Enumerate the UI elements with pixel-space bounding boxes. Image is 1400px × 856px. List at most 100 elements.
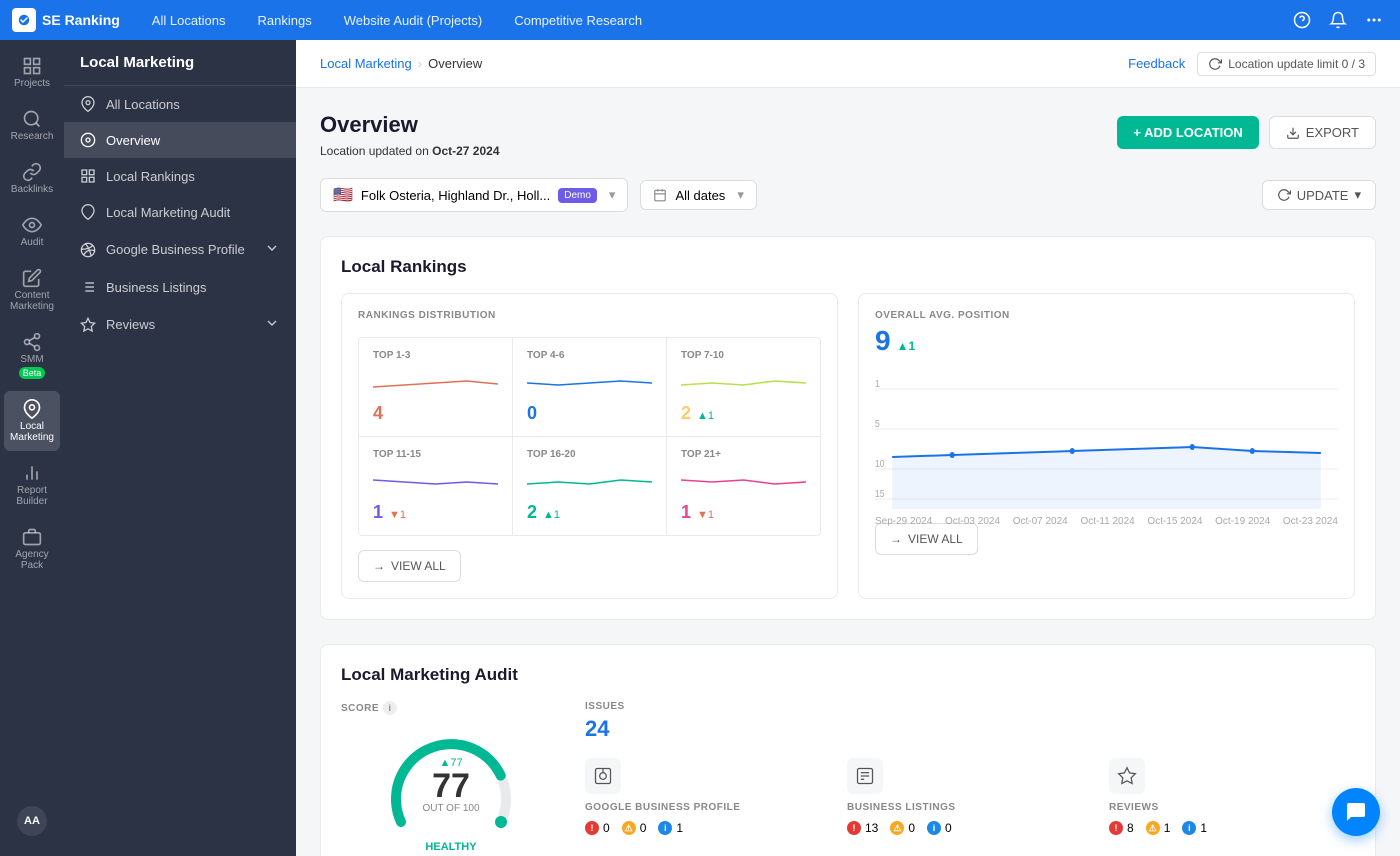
gbp-yellow-count: ⚠ 0 [622, 821, 647, 835]
overall-avg-position: OVERALL AVG. POSITION 9 ▲1 [858, 293, 1355, 599]
logo-icon [12, 8, 36, 32]
listings-red-count: ! 13 [847, 821, 878, 835]
top-navigation: SE Ranking All Locations Rankings Websit… [0, 0, 1400, 40]
rankings-distribution: RANKINGS DISTRIBUTION TOP 1-3 4 [341, 293, 838, 599]
avg-value: 9 ▲1 [875, 325, 1338, 357]
rankings-view-all-btn[interactable]: → VIEW ALL [358, 550, 461, 582]
page-title: Overview [320, 112, 500, 138]
listings-yellow-count: ⚠ 0 [890, 821, 915, 835]
export-button[interactable]: EXPORT [1269, 116, 1376, 149]
nav-competitive[interactable]: Competitive Research [506, 9, 650, 32]
audit-cat-reviews: REVIEWS ! 8 ⚠ 1 [1109, 758, 1355, 835]
dist-cell-top1-3: TOP 1-3 4 [359, 338, 512, 436]
dist-cell-top4-6: TOP 4-6 0 [513, 338, 666, 436]
audit-categories: GOOGLE BUSINESS PROFILE ! 0 ⚠ 0 [585, 758, 1355, 835]
demo-badge: Demo [558, 188, 597, 203]
chart-x-labels: Sep-29 2024 Oct-03 2024 Oct-07 2024 Oct-… [875, 516, 1338, 527]
breadcrumb: Local Marketing › Overview [320, 56, 482, 71]
score-status: HEALTHY [425, 841, 476, 853]
audit-cat-gbp: GOOGLE BUSINESS PROFILE ! 0 ⚠ 0 [585, 758, 831, 835]
top-nav-icons [1288, 6, 1388, 34]
bell-icon[interactable] [1324, 6, 1352, 34]
breadcrumb-local-marketing[interactable]: Local Marketing [320, 56, 412, 71]
rankings-layout: RANKINGS DISTRIBUTION TOP 1-3 4 [341, 293, 1355, 599]
feedback-link[interactable]: Feedback [1128, 56, 1185, 71]
filter-bar: 🇺🇸 Folk Osteria, Highland Dr., Holl... D… [320, 178, 1376, 212]
content-header: Local Marketing › Overview Feedback Loca… [296, 40, 1400, 88]
sidebar-item-smm[interactable]: SMM Beta [4, 324, 60, 387]
avatar[interactable]: AA [17, 806, 47, 836]
sidebar-item-report[interactable]: Report Builder [4, 455, 60, 515]
page-content: Overview Location updated on Oct-27 2024… [296, 88, 1400, 856]
local-rankings-title: Local Rankings [341, 257, 1355, 277]
breadcrumb-current: Overview [428, 56, 482, 71]
date-chevron: ▾ [737, 187, 744, 203]
sidebar-item-content[interactable]: Content Marketing [4, 260, 60, 320]
reviews-chevron [264, 315, 280, 334]
sidebar-header: Local Marketing [64, 40, 296, 86]
gbp-icon [585, 758, 621, 794]
dots-icon[interactable] [1360, 6, 1388, 34]
sidebar-item-google-business[interactable]: Google Business Profile [64, 230, 296, 269]
score-ring-container: ▲77 77 OUT OF 100 HEALTHY [341, 727, 561, 853]
audit-layout: SCORE i ▲77 [341, 701, 1355, 853]
sidebar-item-local-marketing-audit[interactable]: Local Marketing Audit [64, 194, 296, 230]
main-content: Local Marketing › Overview Feedback Loca… [296, 40, 1400, 856]
update-button[interactable]: UPDATE ▾ [1262, 180, 1376, 210]
sidebar-item-overview[interactable]: Overview [64, 122, 296, 158]
svg-text:15: 15 [875, 488, 885, 499]
sidebar-item-backlinks[interactable]: Backlinks [4, 154, 60, 203]
chat-bubble[interactable] [1332, 788, 1380, 836]
location-chevron: ▾ [609, 187, 616, 203]
header-right: Feedback Location update limit 0 / 3 [1128, 52, 1376, 76]
audit-cat-listings: BUSINESS LISTINGS ! 13 ⚠ 0 [847, 758, 1093, 835]
dist-cell-top16-20: TOP 16-20 2 ▲1 [513, 437, 666, 535]
nav-all-locations[interactable]: All Locations [144, 9, 234, 32]
sidebar-item-all-locations[interactable]: All Locations [64, 86, 296, 122]
local-marketing-audit-section: Local Marketing Audit SCORE i [320, 644, 1376, 856]
nav-rankings[interactable]: Rankings [250, 9, 320, 32]
sidebar-item-agency[interactable]: Agency Pack [4, 519, 60, 579]
nav-website-audit[interactable]: Website Audit (Projects) [336, 9, 490, 32]
left-icon-sidebar: Projects Research Backlinks Audit Conten… [0, 40, 64, 856]
gbp-red-count: ! 0 [585, 821, 610, 835]
add-location-button[interactable]: + ADD LOCATION [1117, 116, 1258, 149]
listings-icon [847, 758, 883, 794]
location-updated-text: Location updated on Oct-27 2024 [320, 144, 500, 158]
local-rankings-section: Local Rankings RANKINGS DISTRIBUTION TOP… [320, 236, 1376, 620]
logo-text: SE Ranking [42, 12, 120, 28]
location-update-btn[interactable]: Location update limit 0 / 3 [1197, 52, 1376, 76]
sidebar-item-local[interactable]: Local Marketing [4, 391, 60, 451]
score-ring: ▲77 77 OUT OF 100 [381, 727, 521, 837]
gbp-blue-count: i 1 [658, 821, 683, 835]
dist-label: RANKINGS DISTRIBUTION [358, 310, 821, 321]
dist-cell-top21plus: TOP 21+ 1 ▼1 [667, 437, 820, 535]
reviews-yellow-count: ⚠ 1 [1146, 821, 1171, 835]
sidebar-item-audit[interactable]: Audit [4, 207, 60, 256]
location-filter[interactable]: 🇺🇸 Folk Osteria, Highland Dr., Holl... D… [320, 178, 628, 212]
google-business-chevron [264, 240, 280, 259]
sidebar: Local Marketing All Locations Overview L… [64, 40, 296, 856]
reviews-blue-count: i 1 [1182, 821, 1207, 835]
audit-section-title: Local Marketing Audit [341, 665, 1355, 685]
sidebar-item-local-rankings[interactable]: Local Rankings [64, 158, 296, 194]
reviews-red-count: ! 8 [1109, 821, 1134, 835]
audit-issues-section: ISSUES 24 GOOGLE BUSINESS PROFILE [585, 701, 1355, 853]
dist-cell-top7-10: TOP 7-10 2 ▲1 [667, 338, 820, 436]
logo[interactable]: SE Ranking [12, 8, 120, 32]
score-number: 77 [401, 769, 501, 803]
sidebar-item-research[interactable]: Research [4, 101, 60, 150]
reviews-icon [1109, 758, 1145, 794]
sidebar-item-projects[interactable]: Projects [4, 48, 60, 97]
flag-icon: 🇺🇸 [333, 185, 353, 205]
avatar-section: AA [5, 794, 59, 848]
svg-text:5: 5 [875, 418, 880, 429]
dist-grid: TOP 1-3 4 TOP 4-6 [358, 337, 821, 536]
date-filter[interactable]: All dates ▾ [640, 180, 756, 210]
audit-score: SCORE i ▲77 [341, 701, 561, 853]
sidebar-item-business-listings[interactable]: Business Listings [64, 269, 296, 305]
avg-view-all-btn[interactable]: → VIEW ALL [875, 523, 978, 555]
help-icon[interactable] [1288, 6, 1316, 34]
sidebar-item-reviews[interactable]: Reviews [64, 305, 296, 344]
listings-blue-count: i 0 [927, 821, 952, 835]
